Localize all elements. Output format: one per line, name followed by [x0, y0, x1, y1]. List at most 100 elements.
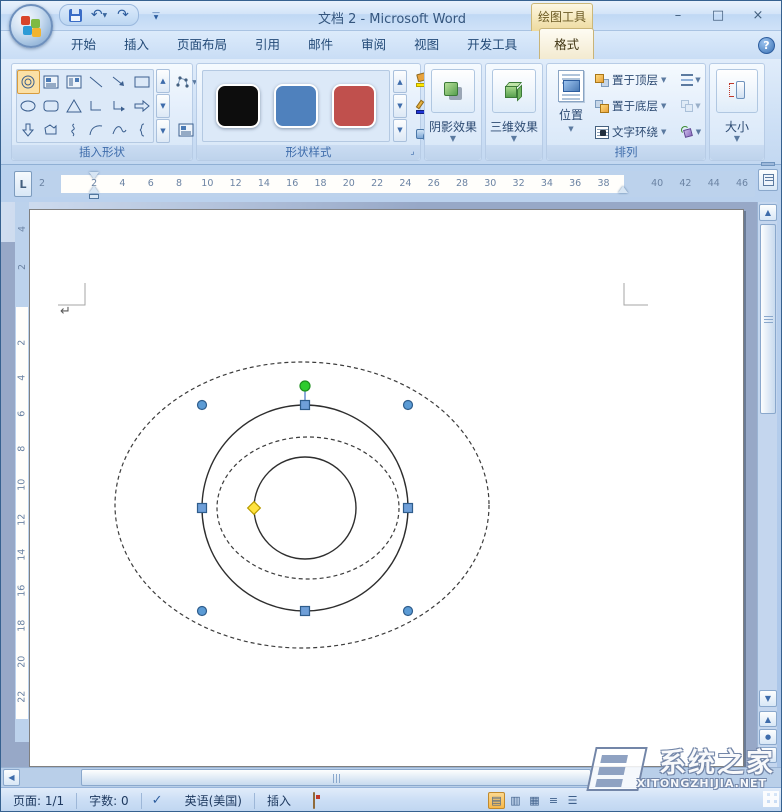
shape-arc-icon[interactable] [85, 118, 108, 142]
shape-oval-icon[interactable] [17, 94, 40, 118]
style-more-button[interactable]: ▼ [393, 119, 407, 142]
tab-mailings[interactable]: 邮件 [294, 29, 347, 59]
shape-left-brace-icon[interactable] [130, 118, 153, 142]
ruler-toggle-button[interactable] [758, 169, 778, 191]
send-to-back-button[interactable]: 置于底层 ▼ [595, 95, 677, 117]
shape-down-arrow-icon[interactable] [17, 118, 40, 142]
shape-curve-icon[interactable] [108, 118, 131, 142]
tab-home[interactable]: 开始 [57, 29, 110, 59]
shape-freeform-icon[interactable] [40, 118, 63, 142]
size-button[interactable] [716, 69, 758, 113]
minimize-button[interactable]: – [665, 7, 691, 24]
bring-to-front-button[interactable]: 置于顶层 ▼ [595, 69, 677, 91]
vertical-scrollbar[interactable]: ▲ ▼ ▲ ● ▼ [757, 202, 777, 767]
hanging-indent-marker[interactable] [89, 186, 99, 193]
macro-record-button[interactable] [303, 793, 325, 808]
style-swatch-blue[interactable] [274, 84, 318, 128]
office-button[interactable] [9, 4, 53, 48]
word-count-indicator[interactable]: 字数: 0 [77, 792, 141, 809]
tab-view[interactable]: 视图 [400, 29, 453, 59]
edit-shape-button[interactable]: ▼ [174, 69, 198, 95]
help-button[interactable]: ? [758, 37, 775, 54]
gallery-more-button[interactable]: ▼ [156, 119, 170, 143]
shape-donut-icon[interactable] [17, 70, 40, 94]
tab-stop-selector[interactable]: L [14, 171, 32, 197]
resize-handle-bottom-right[interactable] [404, 607, 413, 616]
inner-solid-circle[interactable] [254, 457, 356, 559]
tab-review[interactable]: 审阅 [347, 29, 400, 59]
scroll-down-button[interactable]: ▼ [759, 690, 777, 707]
resize-handle-bottom[interactable] [301, 607, 310, 616]
style-swatch-black[interactable] [216, 84, 260, 128]
style-scroll-up-button[interactable]: ▲ [393, 70, 407, 93]
shape-elbow-arrow-connector-icon[interactable] [108, 94, 131, 118]
browse-previous-button[interactable]: ▲ [759, 711, 777, 727]
draw-textbox-button[interactable] [174, 117, 198, 143]
shape-styles-dialog-launcher[interactable]: ⌟ [407, 147, 418, 158]
adjust-handle[interactable] [248, 502, 261, 515]
left-indent-marker[interactable] [89, 194, 99, 199]
scroll-up-button[interactable]: ▲ [759, 204, 777, 221]
resize-handle-top[interactable] [301, 401, 310, 410]
resize-handle-right[interactable] [404, 504, 413, 513]
horizontal-scrollbar[interactable]: ◀ [1, 767, 782, 787]
insert-mode-indicator[interactable]: 插入 [255, 792, 303, 809]
text-wrapping-button[interactable]: 文字环绕 ▼ [595, 121, 677, 143]
full-screen-reading-view-button[interactable]: ▥ [507, 792, 524, 809]
shape-right-arrow-icon[interactable] [130, 94, 153, 118]
browse-next-button[interactable]: ▼ [759, 747, 777, 763]
vertical-ruler[interactable]: 42 246810121416182022 [15, 202, 29, 742]
scroll-left-button[interactable]: ◀ [3, 769, 20, 786]
rotate-handle[interactable] [300, 381, 310, 391]
tab-page-layout[interactable]: 页面布局 [163, 29, 241, 59]
draft-view-button[interactable]: ☰ [564, 792, 581, 809]
shape-rounded-rectangle-icon[interactable] [40, 94, 63, 118]
outline-view-button[interactable]: ≡ [545, 792, 562, 809]
shape-arrow-icon[interactable] [108, 70, 131, 94]
three-d-effects-button[interactable] [492, 69, 536, 113]
spellcheck-status-icon[interactable]: ✓ [142, 793, 173, 808]
shape-vertical-textbox-icon[interactable] [62, 70, 85, 94]
outer-solid-circle[interactable] [202, 405, 408, 611]
horizontal-ruler[interactable]: 2 2468101214161820222426283032343638 404… [33, 171, 755, 197]
shape-scribble-icon[interactable] [62, 118, 85, 142]
split-handle[interactable] [761, 162, 775, 166]
tab-format-active[interactable]: 格式 [539, 28, 594, 59]
page-indicator[interactable]: 页面: 1/1 [1, 792, 76, 809]
select-browse-object-button[interactable]: ● [759, 729, 777, 745]
style-scroll-down-button[interactable]: ▼ [393, 94, 407, 117]
word-window: ↶▼ ↷ —▼ 文档 2 - Microsoft Word 绘图工具 – □ ×… [0, 0, 782, 812]
style-swatch-red[interactable] [332, 84, 376, 128]
right-indent-marker[interactable] [618, 186, 628, 193]
document-page[interactable]: ↵ [29, 209, 744, 767]
web-layout-view-button[interactable]: ▦ [526, 792, 543, 809]
resize-handle-left[interactable] [198, 504, 207, 513]
tab-references[interactable]: 引用 [241, 29, 294, 59]
vertical-scroll-thumb[interactable] [760, 224, 776, 414]
shape-line-icon[interactable] [85, 70, 108, 94]
tab-developer[interactable]: 开发工具 [453, 29, 531, 59]
group-objects-button[interactable]: ▼ [679, 95, 703, 117]
gallery-scroll-up-button[interactable]: ▲ [156, 69, 170, 93]
shape-elbow-connector-icon[interactable] [85, 94, 108, 118]
tab-insert[interactable]: 插入 [110, 29, 163, 59]
rotate-button[interactable]: ▼ [679, 121, 703, 143]
resize-handle-top-left[interactable] [198, 401, 207, 410]
middle-dashed-ellipse[interactable] [217, 437, 399, 579]
position-button[interactable]: 位置 ▼ [551, 68, 591, 146]
group-label-shape-styles: 形状样式 [197, 145, 420, 160]
gallery-scroll-down-button[interactable]: ▼ [156, 94, 170, 118]
print-layout-view-button[interactable]: ▤ [488, 792, 505, 809]
align-button[interactable]: ▼ [679, 69, 703, 91]
resize-handle-bottom-left[interactable] [198, 607, 207, 616]
horizontal-scroll-thumb[interactable] [81, 769, 591, 786]
shape-triangle-icon[interactable] [62, 94, 85, 118]
shadow-effects-button[interactable] [431, 69, 475, 113]
shape-rectangle-icon[interactable] [130, 70, 153, 94]
close-button[interactable]: × [745, 7, 771, 24]
first-line-indent-marker[interactable] [89, 172, 99, 179]
language-indicator[interactable]: 英语(美国) [173, 792, 254, 809]
resize-handle-top-right[interactable] [404, 401, 413, 410]
maximize-button[interactable]: □ [705, 7, 731, 24]
shape-textbox-icon[interactable] [40, 70, 63, 94]
